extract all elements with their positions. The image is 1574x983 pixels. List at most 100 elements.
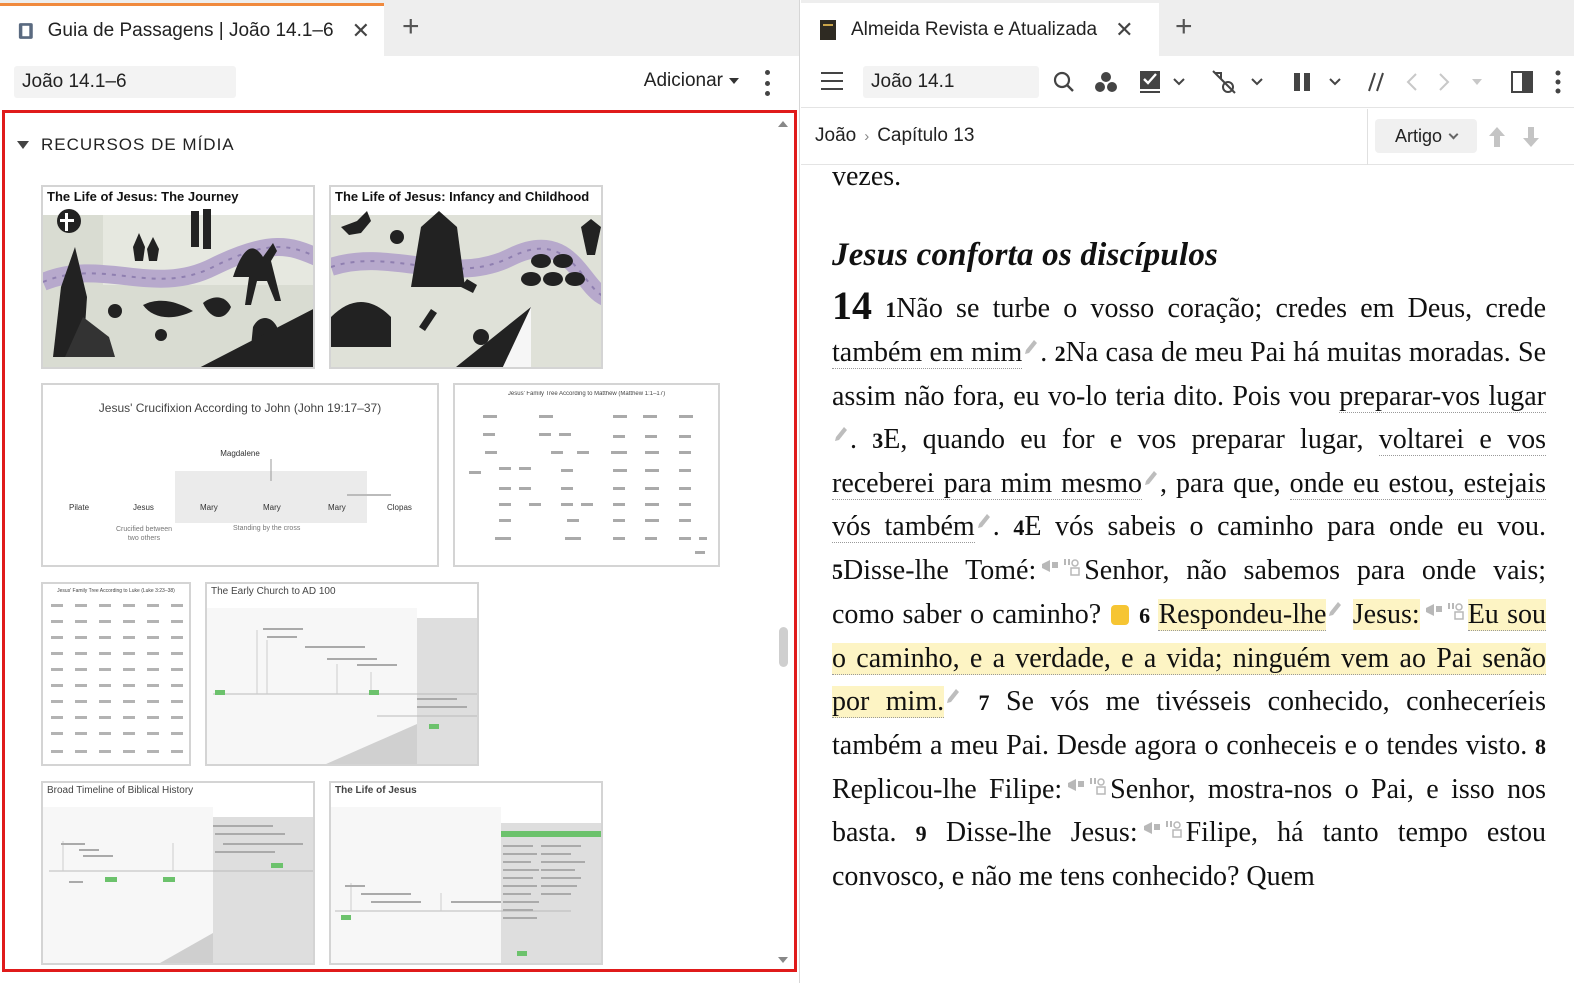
thumbnail-title: Jesus' Family Tree According to Luke (Lu… xyxy=(57,588,175,594)
verse-number[interactable]: 5 xyxy=(832,559,843,584)
timeline-image xyxy=(43,807,313,963)
tab-title: Almeida Revista e Atualizada xyxy=(851,18,1098,40)
right-tab-bar: Almeida Revista e Atualizada ✕ + xyxy=(801,0,1574,56)
speaker-label-icon[interactable] xyxy=(1040,557,1080,577)
previous-section-arrow-icon[interactable] xyxy=(1487,125,1507,149)
tab-passage-guide[interactable]: Guia de Passagens | João 14.1–6 ✕ xyxy=(0,3,384,56)
panel-layout-icon[interactable] xyxy=(1509,68,1535,96)
media-thumbnail[interactable]: Jesus' Family Tree According to Luke (Lu… xyxy=(41,582,191,766)
left-tab-bar: Guia de Passagens | João 14.1–6 ✕ + xyxy=(0,0,799,56)
note-marker-icon[interactable] xyxy=(1111,605,1130,625)
verse-text: E vós sabeis o caminho para onde eu vou. xyxy=(1024,511,1546,542)
thumbnail-title: The Life of Jesus xyxy=(335,785,417,796)
new-tab-plus-icon[interactable]: + xyxy=(402,12,420,42)
timeline-image xyxy=(331,807,601,963)
next-section-arrow-icon[interactable] xyxy=(1521,125,1541,149)
diagram-label: Magdalene xyxy=(220,449,260,458)
timeline-image xyxy=(207,608,477,764)
media-thumbnail[interactable]: Jesus' Family Tree According to Matthew … xyxy=(453,383,720,567)
forward-arrow-icon[interactable] xyxy=(1431,68,1457,96)
verse-text: , para que, xyxy=(1159,468,1290,499)
genealogy-table-image xyxy=(51,604,183,753)
verse-number[interactable]: 8 xyxy=(1535,734,1546,759)
back-arrow-icon[interactable] xyxy=(1399,68,1425,96)
new-tab-plus-icon[interactable]: + xyxy=(1175,12,1193,42)
speaker-label-icon[interactable] xyxy=(1142,819,1182,839)
media-section-header[interactable]: RECURSOS DE MÍDIA xyxy=(17,135,235,155)
verse-number[interactable]: 7 xyxy=(979,690,990,715)
highlighted-text[interactable]: Respondeu-lhe xyxy=(1158,599,1327,631)
verse-number[interactable]: 4 xyxy=(1013,515,1024,540)
bible-reader-pane: Almeida Revista e Atualizada ✕ + João 14… xyxy=(801,0,1574,983)
cross-reference-span[interactable]: também em mim xyxy=(832,337,1023,369)
pen-annotation-icon[interactable] xyxy=(977,513,991,531)
chevron-down-icon[interactable] xyxy=(1171,68,1187,96)
verse-text: Disse-lhe Tomé: xyxy=(843,555,1037,586)
history-dropdown-icon[interactable] xyxy=(1469,68,1485,96)
verse-number[interactable]: 2 xyxy=(1055,341,1066,366)
add-button[interactable]: Adicionar xyxy=(644,70,739,92)
passage-guide-pane: Guia de Passagens | João 14.1–6 ✕ + Adic… xyxy=(0,0,800,983)
pen-annotation-icon[interactable] xyxy=(946,688,960,706)
scroll-down-arrow-icon[interactable] xyxy=(778,957,788,963)
pen-annotation-icon[interactable] xyxy=(834,426,848,444)
parallel-columns-icon[interactable] xyxy=(1289,68,1315,96)
scrollbar-thumb[interactable] xyxy=(779,627,788,667)
search-icon[interactable] xyxy=(1051,68,1077,96)
section-title: RECURSOS DE MÍDIA xyxy=(41,135,235,154)
media-thumbnail[interactable]: The Life of Jesus xyxy=(329,781,603,965)
breadcrumb-chapter[interactable]: Capítulo 13 xyxy=(877,125,974,147)
verse-text: Filipe, há tanto tempo estou convosco, e… xyxy=(832,817,1546,892)
verse-text: E, quando eu for e vos preparar lugar, xyxy=(883,424,1379,455)
scroll-up-arrow-icon[interactable] xyxy=(778,121,788,127)
cross-reference-span[interactable]: preparar-vos lugar xyxy=(1339,381,1546,413)
verse-number[interactable]: 9 xyxy=(916,821,927,846)
checklist-icon[interactable] xyxy=(1137,68,1163,96)
pen-annotation-icon[interactable] xyxy=(1024,339,1038,357)
media-thumbnail[interactable]: Jesus' Crucifixion According to John (Jo… xyxy=(41,383,439,567)
more-options-icon[interactable] xyxy=(765,70,771,96)
parallel-resources-icon[interactable] xyxy=(1363,68,1389,96)
bible-text: vezes. Jesus conforta os discípulos 14 1… xyxy=(832,165,1546,983)
pen-annotation-icon[interactable] xyxy=(1144,470,1158,488)
section-heading: Jesus conforta os discípulos xyxy=(832,237,1219,273)
chapter-number: 14 xyxy=(832,283,872,328)
verse-text: Disse-lhe Jesus: xyxy=(945,817,1138,848)
breadcrumb-bar: João › Capítulo 13 Artigo xyxy=(801,109,1574,165)
media-thumbnail[interactable]: Broad Timeline of Biblical History xyxy=(41,781,315,965)
thumbnail-title: The Life of Jesus: The Journey xyxy=(47,189,239,204)
pen-annotation-icon[interactable] xyxy=(1328,601,1342,619)
speaker-label-icon[interactable] xyxy=(1424,601,1464,621)
infographic-image xyxy=(43,209,313,367)
verse-number[interactable]: 6 xyxy=(1139,603,1150,628)
verse-number[interactable]: 3 xyxy=(872,428,883,453)
chevron-down-icon[interactable] xyxy=(1327,68,1343,96)
tab-almeida[interactable]: Almeida Revista e Atualizada ✕ xyxy=(801,3,1159,56)
visual-filter-icon[interactable] xyxy=(1093,68,1119,96)
media-thumbnail[interactable]: The Life of Jesus: The Journey xyxy=(41,185,315,369)
bible-book-icon xyxy=(820,19,836,40)
close-tab-icon[interactable]: ✕ xyxy=(352,20,370,42)
chevron-down-icon[interactable] xyxy=(1249,68,1265,96)
view-mode-dropdown[interactable]: Artigo xyxy=(1375,119,1477,153)
verse-text: Replicou-lhe Filipe: xyxy=(832,774,1063,805)
interlinear-off-icon[interactable] xyxy=(1211,68,1237,96)
reference-input[interactable] xyxy=(863,66,1039,98)
thumbnail-title: The Early Church to AD 100 xyxy=(211,586,336,597)
breadcrumb: João › Capítulo 13 xyxy=(815,125,974,147)
reference-input[interactable] xyxy=(14,66,236,98)
menu-icon[interactable] xyxy=(821,72,843,90)
diagram-label: Standing by the cross xyxy=(233,525,301,532)
media-thumbnail[interactable]: The Early Church to AD 100 xyxy=(205,582,479,766)
diagram-label: Pilate xyxy=(69,503,90,512)
verse-number[interactable]: 1 xyxy=(885,297,896,322)
more-options-icon[interactable] xyxy=(1553,68,1563,96)
media-thumbnail[interactable]: The Life of Jesus: Infancy and Childhood xyxy=(329,185,603,369)
highlighted-text[interactable]: Jesus: xyxy=(1352,599,1420,630)
thumbnail-title: Jesus' Family Tree According to Matthew … xyxy=(507,391,666,397)
close-tab-icon[interactable]: ✕ xyxy=(1115,18,1133,41)
diagram-label: Clopas xyxy=(387,503,412,512)
speaker-label-icon[interactable] xyxy=(1066,776,1106,796)
diagram-label: Crucified between two others xyxy=(115,526,173,542)
breadcrumb-book[interactable]: João xyxy=(815,125,856,147)
